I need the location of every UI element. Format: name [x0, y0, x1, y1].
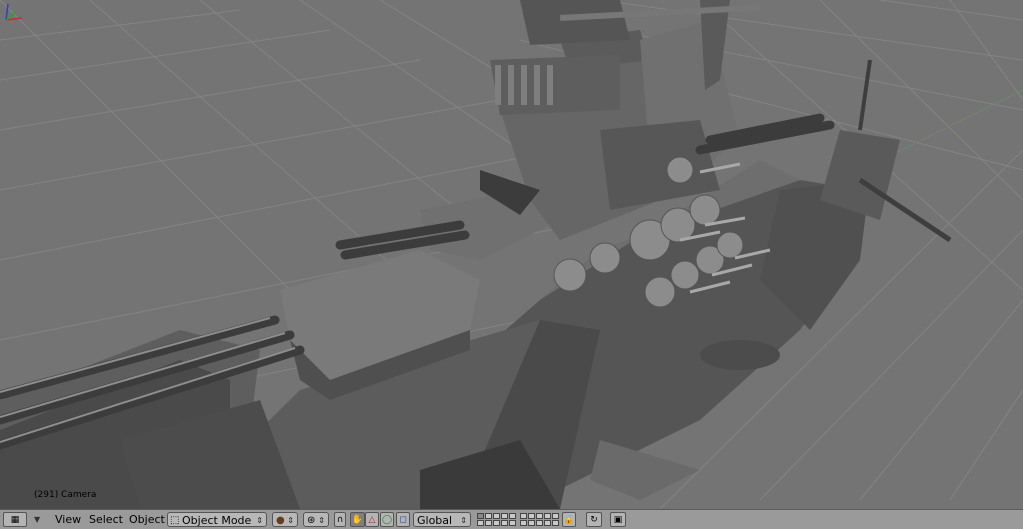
view3d-grid-icon: ▦	[10, 515, 20, 525]
object-mode-icon: ⬚	[170, 515, 180, 526]
menu-view[interactable]: View	[53, 512, 83, 527]
scale-icon: ◻	[399, 515, 407, 525]
3d-view-header: ▦ ▼ View Select Object ⬚ Object Mode ⇕ ●…	[0, 509, 1023, 529]
ogl-render-icon: ↻	[590, 515, 598, 525]
menu-select[interactable]: Select	[87, 512, 125, 527]
3d-viewport[interactable]: (291) Camera	[0, 0, 1023, 509]
draw-type-dropdown[interactable]: ● ⇕	[272, 512, 298, 527]
orientation-dropdown[interactable]: Global ⇕	[413, 512, 471, 527]
layer-button[interactable]	[552, 520, 559, 526]
viewport-status-text: (291) Camera	[34, 490, 97, 500]
axis-gizmo-icon	[5, 3, 23, 21]
translate-manipulator[interactable]: △	[365, 512, 379, 527]
layer-button[interactable]	[501, 513, 508, 519]
layer-button[interactable]	[536, 520, 543, 526]
lock-layers-toggle[interactable]: 🔒	[562, 512, 576, 527]
layer-button[interactable]	[536, 513, 543, 519]
rotate-icon: ◯	[381, 515, 393, 525]
layer-button[interactable]	[485, 520, 492, 526]
editor-type-button[interactable]: ▦	[3, 512, 27, 527]
orientation-label: Global	[417, 514, 453, 527]
hand-icon: ✋	[351, 515, 364, 525]
header-collapse-icon[interactable]: ▼	[34, 512, 46, 527]
layer-button[interactable]	[485, 513, 492, 519]
render-button[interactable]: ▣	[610, 512, 626, 527]
layer-button[interactable]	[544, 520, 551, 526]
layer-button[interactable]	[477, 520, 484, 526]
layer-button[interactable]	[528, 513, 535, 519]
magnet-icon: ∩	[336, 515, 344, 525]
dropdown-arrow-icon: ⇕	[256, 516, 263, 525]
layer-button[interactable]	[501, 520, 508, 526]
layer-button[interactable]	[493, 513, 500, 519]
dropdown-arrow-icon: ⇕	[287, 516, 294, 525]
layer-button[interactable]	[509, 513, 516, 519]
pivot-icon: ⊛	[307, 515, 316, 526]
mode-dropdown[interactable]: ⬚ Object Mode ⇕	[167, 512, 267, 527]
scale-manipulator[interactable]: ◻	[396, 512, 410, 527]
opengl-render-button[interactable]: ↻	[586, 512, 602, 527]
layer-button[interactable]	[493, 520, 500, 526]
viewport-scene	[0, 0, 1023, 509]
solid-sphere-icon: ●	[276, 515, 285, 526]
menu-object[interactable]: Object	[127, 512, 167, 527]
layer-button[interactable]	[544, 513, 551, 519]
snap-toggle[interactable]: ∩	[334, 512, 346, 527]
layer-button[interactable]	[520, 513, 527, 519]
dropdown-arrow-icon: ⇕	[460, 516, 467, 525]
pivot-dropdown[interactable]: ⊛ ⇕	[303, 512, 329, 527]
layer-button[interactable]	[509, 520, 516, 526]
ship-model	[0, 0, 952, 509]
layer-button[interactable]	[552, 513, 559, 519]
mode-label: Object Mode	[182, 514, 252, 527]
layer-button[interactable]	[528, 520, 535, 526]
lock-icon: 🔒	[563, 515, 575, 525]
render-icon: ▣	[613, 515, 623, 525]
layer-button[interactable]	[520, 520, 527, 526]
rotate-manipulator[interactable]: ◯	[380, 512, 394, 527]
dropdown-arrow-icon: ⇕	[318, 516, 325, 525]
manipulator-toggle[interactable]: ✋	[350, 512, 365, 527]
layer-button[interactable]	[477, 513, 484, 519]
translate-icon: △	[368, 515, 376, 525]
